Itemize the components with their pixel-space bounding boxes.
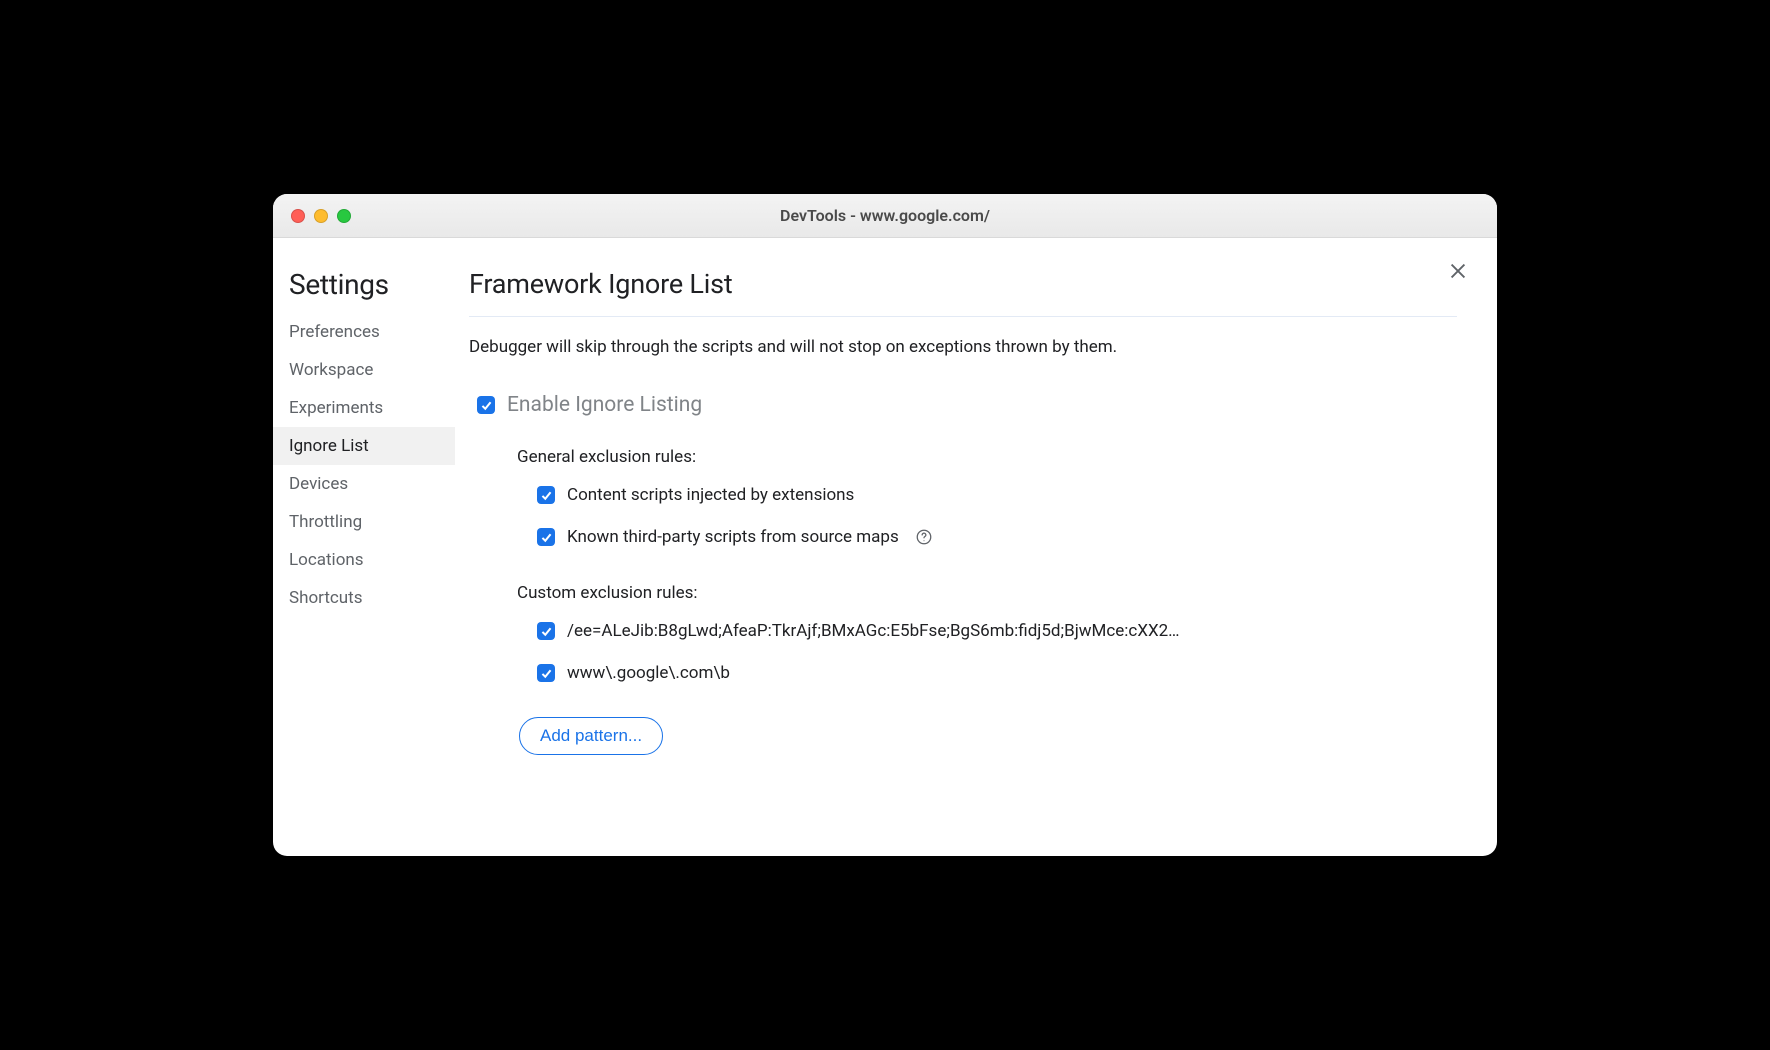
page-title: Framework Ignore List bbox=[469, 268, 1457, 316]
general-rules-heading: General exclusion rules: bbox=[517, 447, 1457, 467]
sidebar-item-throttling[interactable]: Throttling bbox=[273, 503, 455, 541]
custom-rule-1-label[interactable]: /ee=ALeJib:B8gLwd;AfeaP:TkrAjf;BMxAGc:E5… bbox=[567, 621, 1180, 641]
third-party-scripts-label: Known third-party scripts from source ma… bbox=[567, 527, 899, 547]
enable-ignore-listing-row: Enable Ignore Listing bbox=[477, 393, 1457, 417]
content-scripts-checkbox[interactable] bbox=[537, 486, 555, 504]
close-icon[interactable] bbox=[1447, 260, 1469, 282]
sidebar-title: Settings bbox=[273, 268, 455, 313]
sidebar-item-devices[interactable]: Devices bbox=[273, 465, 455, 503]
description-text: Debugger will skip through the scripts a… bbox=[469, 337, 1457, 357]
close-window-button[interactable] bbox=[291, 209, 305, 223]
custom-rule-row: /ee=ALeJib:B8gLwd;AfeaP:TkrAjf;BMxAGc:E5… bbox=[537, 621, 1457, 641]
content-scripts-label: Content scripts injected by extensions bbox=[567, 485, 854, 505]
sidebar-item-locations[interactable]: Locations bbox=[273, 541, 455, 579]
minimize-window-button[interactable] bbox=[314, 209, 328, 223]
divider bbox=[469, 316, 1457, 317]
add-pattern-button[interactable]: Add pattern... bbox=[519, 717, 663, 755]
general-rule-row: Known third-party scripts from source ma… bbox=[537, 527, 1457, 547]
content-area: Settings Preferences Workspace Experimen… bbox=[273, 238, 1497, 856]
custom-rule-1-checkbox[interactable] bbox=[537, 622, 555, 640]
custom-rule-2-checkbox[interactable] bbox=[537, 664, 555, 682]
sidebar-item-ignore-list[interactable]: Ignore List bbox=[273, 427, 455, 465]
maximize-window-button[interactable] bbox=[337, 209, 351, 223]
sidebar-item-preferences[interactable]: Preferences bbox=[273, 313, 455, 351]
sidebar-item-shortcuts[interactable]: Shortcuts bbox=[273, 579, 455, 617]
enable-ignore-listing-label: Enable Ignore Listing bbox=[507, 393, 702, 417]
custom-rules-heading: Custom exclusion rules: bbox=[517, 583, 1457, 603]
help-icon[interactable] bbox=[915, 528, 933, 546]
devtools-settings-window: DevTools - www.google.com/ Settings Pref… bbox=[273, 194, 1497, 856]
window-title: DevTools - www.google.com/ bbox=[273, 206, 1497, 225]
general-rule-row: Content scripts injected by extensions bbox=[537, 485, 1457, 505]
titlebar: DevTools - www.google.com/ bbox=[273, 194, 1497, 238]
sidebar-item-workspace[interactable]: Workspace bbox=[273, 351, 455, 389]
traffic-lights bbox=[291, 209, 351, 223]
enable-ignore-listing-checkbox[interactable] bbox=[477, 396, 495, 414]
custom-rules-section: Custom exclusion rules: /ee=ALeJib:B8gLw… bbox=[469, 583, 1457, 755]
main-panel: Framework Ignore List Debugger will skip… bbox=[455, 238, 1497, 856]
third-party-scripts-checkbox[interactable] bbox=[537, 528, 555, 546]
custom-rule-row: www\.google\.com\b bbox=[537, 663, 1457, 683]
sidebar-item-experiments[interactable]: Experiments bbox=[273, 389, 455, 427]
settings-sidebar: Settings Preferences Workspace Experimen… bbox=[273, 238, 455, 856]
custom-rule-2-label[interactable]: www\.google\.com\b bbox=[567, 663, 730, 683]
